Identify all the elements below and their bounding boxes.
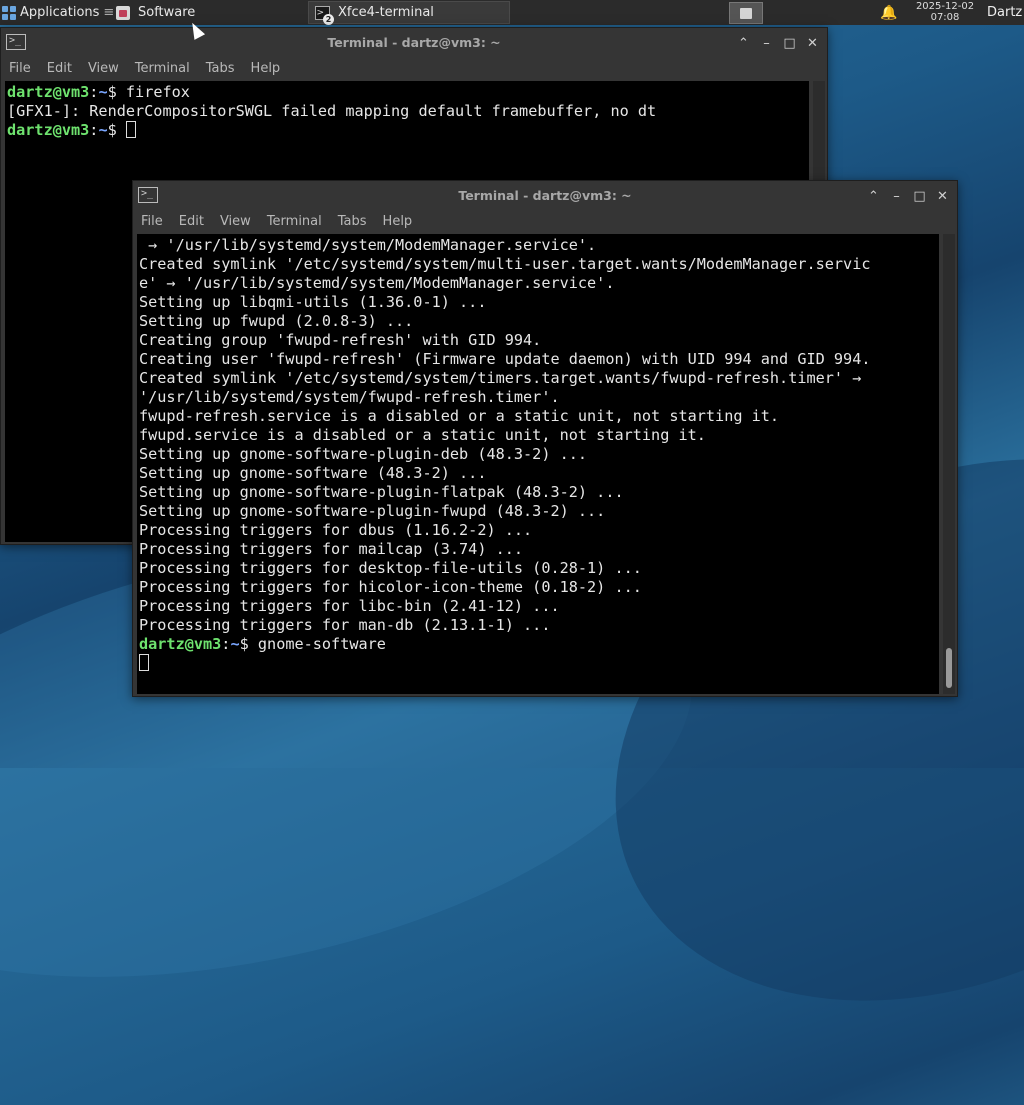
- shade-button[interactable]: ⌃: [865, 188, 882, 205]
- maximize-button[interactable]: □: [911, 188, 928, 205]
- close-button[interactable]: ✕: [934, 188, 951, 205]
- terminal-line: Created symlink '/etc/systemd/system/mul…: [139, 255, 871, 273]
- shade-button[interactable]: ⌃: [735, 35, 752, 52]
- software-center-icon: [116, 5, 130, 20]
- taskbar-item-label: Xfce4-terminal: [338, 5, 434, 20]
- window-title: Terminal - dartz@vm3: ~: [327, 35, 501, 50]
- menu-edit[interactable]: Edit: [171, 211, 212, 233]
- menu-tabs[interactable]: Tabs: [330, 211, 375, 233]
- menu-help[interactable]: Help: [243, 58, 289, 80]
- clock-date: 2025-12-02: [915, 1, 975, 12]
- menu-edit[interactable]: Edit: [39, 58, 80, 80]
- terminal-window-front[interactable]: >_ Terminal - dartz@vm3: ~ ⌃ – □ ✕ File …: [132, 180, 958, 697]
- user-menu[interactable]: Dartz: [987, 0, 1022, 25]
- terminal-line: Setting up gnome-software-plugin-flatpak…: [139, 483, 624, 501]
- terminal-line: → '/usr/lib/systemd/system/ModemManager.…: [139, 236, 597, 254]
- menu-help[interactable]: Help: [375, 211, 421, 233]
- top-panel: Applications ≡ Software >_ 2 Xfce4-termi…: [0, 0, 1024, 25]
- taskbar-item-terminal[interactable]: >_ 2 Xfce4-terminal: [308, 1, 510, 25]
- terminal-line: Creating group 'fwupd-refresh' with GID …: [139, 331, 542, 349]
- software-store-launcher-icon[interactable]: [729, 2, 763, 24]
- terminal-line: Creating user 'fwupd-refresh' (Firmware …: [139, 350, 871, 368]
- menu-terminal[interactable]: Terminal: [127, 58, 198, 80]
- terminal-line: fwupd.service is a disabled or a static …: [139, 426, 706, 444]
- terminal-line: Processing triggers for desktop-file-uti…: [139, 559, 642, 577]
- window-count-badge: 2: [323, 13, 334, 25]
- terminal-line: Processing triggers for libc-bin (2.41-1…: [139, 597, 560, 615]
- taskbar-item-software[interactable]: Software: [110, 1, 302, 24]
- clock-time: 07:08: [930, 12, 960, 23]
- scrollbar-thumb[interactable]: [946, 648, 952, 688]
- menu-bar: File Edit View Terminal Tabs Help: [133, 211, 957, 233]
- terminal-line: dartz@vm3:~$ firefox: [7, 83, 190, 101]
- terminal-line: Setting up gnome-software-plugin-deb (48…: [139, 445, 588, 463]
- terminal-line: dartz@vm3:~$ gnome-software: [139, 635, 386, 653]
- terminal-line: Setting up fwupd (2.0.8-3) ...: [139, 312, 414, 330]
- notification-bell-icon[interactable]: 🔔: [880, 4, 898, 22]
- terminal-line: Processing triggers for mailcap (3.74) .…: [139, 540, 524, 558]
- terminal-line: e' → '/usr/lib/systemd/system/ModemManag…: [139, 274, 615, 292]
- text-cursor: [139, 654, 149, 671]
- terminal-line: Setting up gnome-software (48.3-2) ...: [139, 464, 487, 482]
- applications-menu-button[interactable]: Applications ≡: [2, 0, 114, 25]
- minimize-button[interactable]: –: [758, 35, 775, 52]
- terminal-line: Processing triggers for hicolor-icon-the…: [139, 578, 642, 596]
- menu-view[interactable]: View: [212, 211, 259, 233]
- terminal-line: [GFX1-]: RenderCompositorSWGL failed map…: [7, 102, 657, 120]
- terminal-line: '/usr/lib/systemd/system/fwupd-refresh.t…: [139, 388, 560, 406]
- window-title: Terminal - dartz@vm3: ~: [458, 188, 632, 203]
- window-titlebar[interactable]: >_ Terminal - dartz@vm3: ~ ⌃ – □ ✕: [133, 181, 957, 211]
- applications-label: Applications: [20, 5, 100, 20]
- menu-file[interactable]: File: [1, 58, 39, 80]
- menu-bar: File Edit View Terminal Tabs Help: [1, 58, 827, 80]
- scrollbar[interactable]: [943, 234, 955, 694]
- taskbar-item-label: Software: [138, 5, 196, 20]
- terminal-line: Processing triggers for dbus (1.16.2-2) …: [139, 521, 533, 539]
- text-cursor: [125, 121, 136, 138]
- terminal-line: [139, 654, 939, 673]
- panel-clock[interactable]: 2025-12-02 07:08: [908, 1, 982, 23]
- close-button[interactable]: ✕: [804, 35, 821, 52]
- menu-tabs[interactable]: Tabs: [198, 58, 243, 80]
- terminal-line: Created symlink '/etc/systemd/system/tim…: [139, 369, 862, 387]
- terminal-line: Processing triggers for man-db (2.13.1-1…: [139, 616, 551, 634]
- maximize-button[interactable]: □: [781, 35, 798, 52]
- terminal-line: fwupd-refresh.service is a disabled or a…: [139, 407, 780, 425]
- menu-terminal[interactable]: Terminal: [259, 211, 330, 233]
- terminal-line: Setting up gnome-software-plugin-fwupd (…: [139, 502, 606, 520]
- terminal-icon: >_ 2: [315, 5, 334, 25]
- terminal-output[interactable]: → '/usr/lib/systemd/system/ModemManager.…: [137, 234, 939, 694]
- xfce-logo-icon: [2, 5, 16, 20]
- window-titlebar[interactable]: >_ Terminal - dartz@vm3: ~ ⌃ – □ ✕: [1, 28, 827, 58]
- menu-view[interactable]: View: [80, 58, 127, 80]
- terminal-line: dartz@vm3:~$: [7, 121, 809, 140]
- minimize-button[interactable]: –: [888, 188, 905, 205]
- terminal-line: Setting up libqmi-utils (1.36.0-1) ...: [139, 293, 487, 311]
- menu-file[interactable]: File: [133, 211, 171, 233]
